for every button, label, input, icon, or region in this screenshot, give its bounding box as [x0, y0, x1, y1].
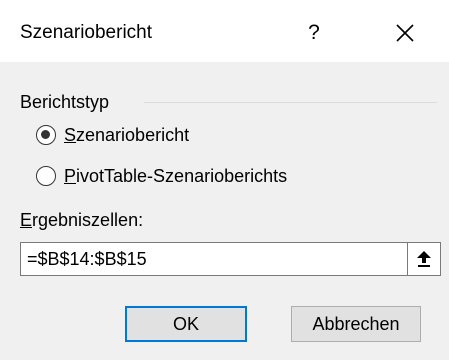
radio-button-unchecked[interactable]: [36, 166, 56, 186]
result-cells-field: [20, 242, 441, 276]
result-cells-input[interactable]: [21, 243, 406, 275]
dialog-title: Szenariobericht: [20, 22, 153, 43]
radio-scenario-report-label: Szenariobericht: [64, 125, 190, 145]
arrow-up-icon: [417, 251, 431, 267]
close-button[interactable]: [384, 18, 424, 48]
report-type-label: Berichtstyp: [20, 92, 110, 112]
cancel-button[interactable]: Abbrechen: [291, 306, 421, 342]
scenario-report-dialog: Szenariobericht ? Berichtstyp Szenariobe…: [0, 0, 449, 360]
radio-scenario-report[interactable]: Szenariobericht: [36, 122, 189, 148]
collapse-dialog-button[interactable]: [407, 243, 440, 275]
radio-pivottable-report-label: PivotTable-Szenarioberichts: [64, 166, 288, 186]
close-icon: [396, 24, 414, 42]
help-button[interactable]: ?: [302, 20, 326, 46]
radio-button-checked[interactable]: [36, 125, 56, 145]
group-divider: [144, 102, 437, 103]
result-cells-label: Ergebniszellen:: [20, 210, 144, 230]
radio-pivottable-report[interactable]: PivotTable-Szenarioberichts: [36, 163, 287, 189]
ok-button[interactable]: OK: [125, 306, 247, 342]
title-bar: Szenariobericht ?: [0, 0, 449, 62]
